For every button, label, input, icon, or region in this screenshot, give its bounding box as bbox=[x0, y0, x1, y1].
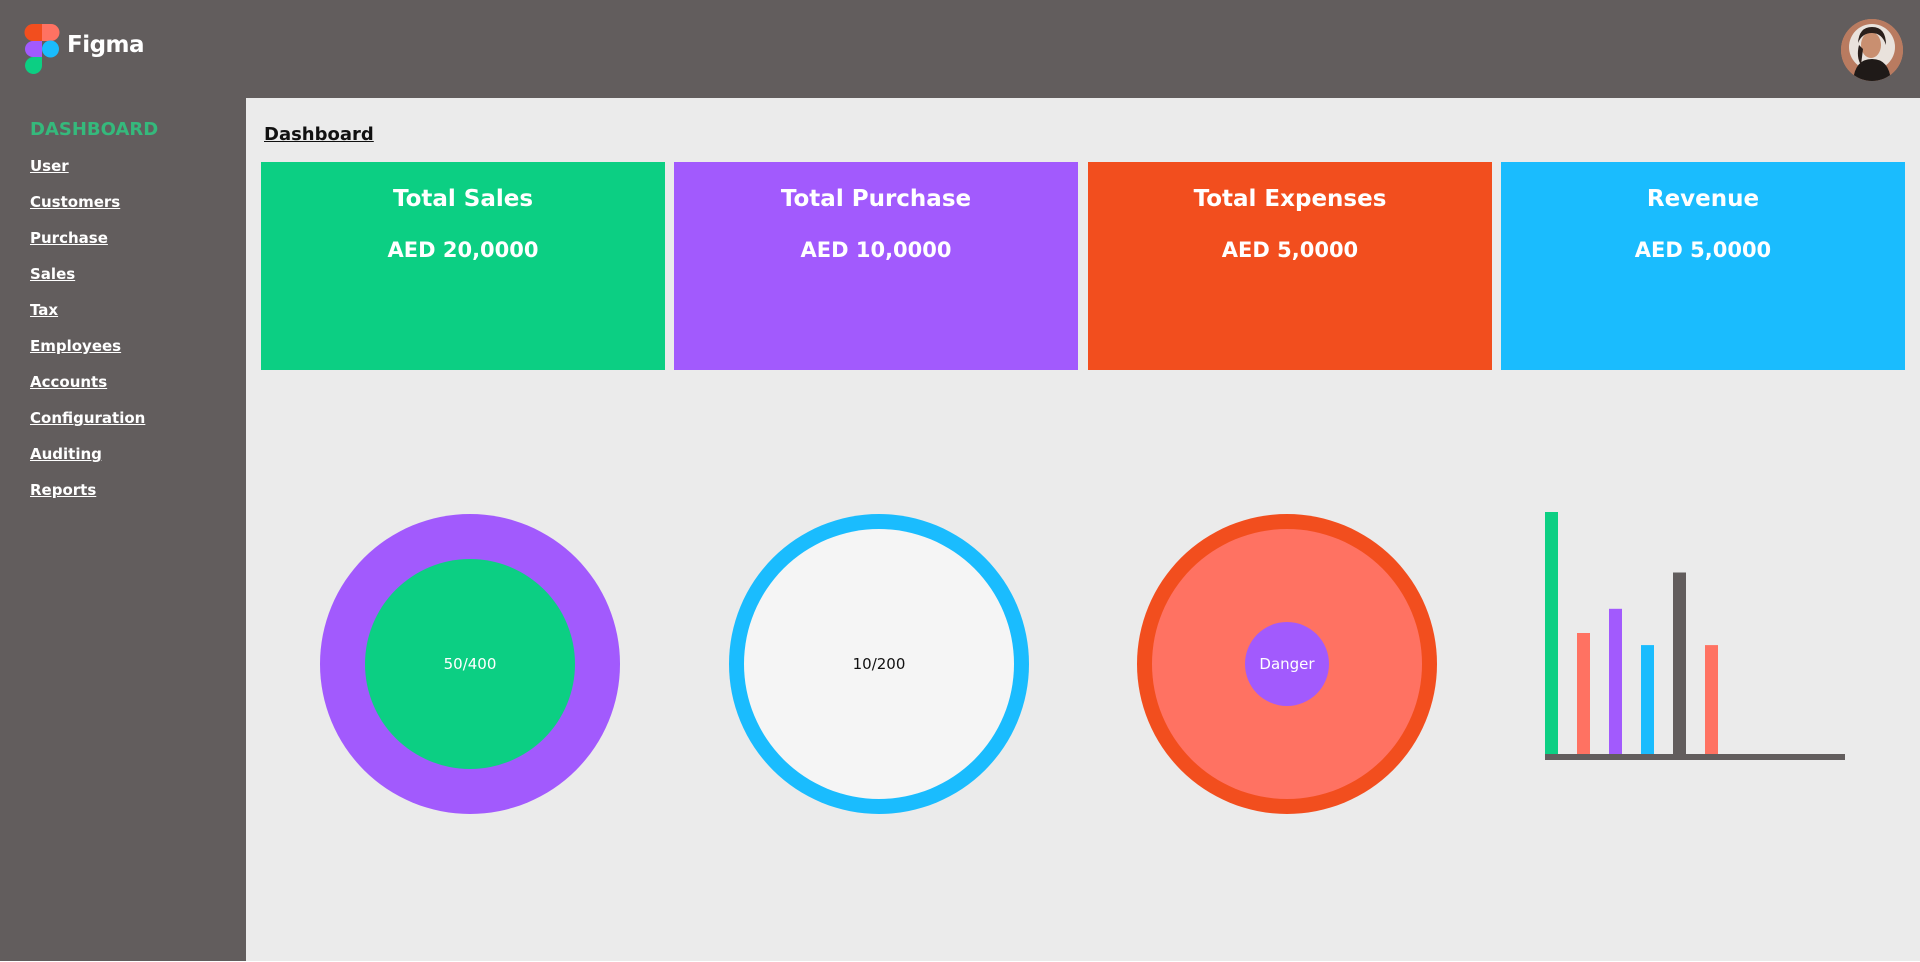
avatar-portrait-icon bbox=[1841, 19, 1903, 81]
figma-logo-icon bbox=[24, 24, 60, 74]
total-sales-card[interactable]: Total Sales AED 20,0000 bbox=[261, 162, 665, 370]
chart-x-axis bbox=[1545, 754, 1845, 764]
card-value: AED 5,0000 bbox=[1634, 238, 1772, 262]
sidebar-item-employees[interactable]: Employees bbox=[30, 338, 145, 374]
card-value: AED 10,0000 bbox=[800, 238, 952, 262]
gauge-inner: 50/400 bbox=[365, 559, 575, 769]
gauge-inner: Danger bbox=[1245, 622, 1329, 706]
total-expenses-card[interactable]: Total Expenses AED 5,0000 bbox=[1088, 162, 1492, 370]
chart-bar bbox=[1545, 512, 1558, 754]
sidebar-item-user[interactable]: User bbox=[30, 158, 145, 194]
page-title[interactable]: Dashboard bbox=[264, 124, 374, 145]
user-avatar[interactable] bbox=[1841, 19, 1903, 81]
chart-bar bbox=[1609, 608, 1622, 754]
sidebar-item-purchase[interactable]: Purchase bbox=[30, 230, 145, 266]
sales-progress-gauge: 50/400 bbox=[320, 514, 620, 814]
total-purchase-card[interactable]: Total Purchase AED 10,0000 bbox=[674, 162, 1078, 370]
card-title: Total Expenses bbox=[1193, 186, 1387, 212]
chart-bar bbox=[1641, 645, 1654, 754]
purchase-progress-gauge: 10/200 bbox=[729, 514, 1029, 814]
gauge-inner: 10/200 bbox=[744, 529, 1014, 799]
sidebar-nav: User Customers Purchase Sales Tax Employ… bbox=[30, 158, 145, 518]
sidebar: DASHBOARD User Customers Purchase Sales … bbox=[0, 98, 246, 961]
brand-name: Figma bbox=[67, 32, 145, 58]
card-value: AED 20,0000 bbox=[387, 238, 539, 262]
gauge-label: Danger bbox=[1259, 655, 1315, 673]
sidebar-heading[interactable]: DASHBOARD bbox=[30, 119, 158, 140]
bar-chart-svg bbox=[1545, 512, 1845, 764]
sidebar-item-configuration[interactable]: Configuration bbox=[30, 410, 145, 446]
gauge-label: 50/400 bbox=[443, 655, 497, 673]
sidebar-item-tax[interactable]: Tax bbox=[30, 302, 145, 338]
revenue-card[interactable]: Revenue AED 5,0000 bbox=[1501, 162, 1905, 370]
sidebar-item-accounts[interactable]: Accounts bbox=[30, 374, 145, 410]
card-value: AED 5,0000 bbox=[1221, 238, 1359, 262]
bar-chart bbox=[1544, 510, 1854, 764]
main-content: Dashboard Total Sales AED 20,0000 Total … bbox=[246, 98, 1920, 961]
sidebar-item-sales[interactable]: Sales bbox=[30, 266, 145, 302]
card-title: Total Sales bbox=[392, 186, 534, 212]
gauge-label: 10/200 bbox=[852, 655, 906, 673]
expense-status-gauge: Danger bbox=[1137, 514, 1437, 814]
chart-bar bbox=[1577, 633, 1590, 754]
sidebar-item-reports[interactable]: Reports bbox=[30, 482, 145, 518]
sidebar-item-auditing[interactable]: Auditing bbox=[30, 446, 145, 482]
gauge-middle: Danger bbox=[1152, 529, 1422, 799]
chart-bar bbox=[1705, 645, 1718, 754]
card-title: Total Purchase bbox=[780, 186, 972, 212]
chart-bar bbox=[1673, 572, 1686, 754]
card-title: Revenue bbox=[1646, 186, 1760, 212]
sidebar-item-customers[interactable]: Customers bbox=[30, 194, 145, 230]
top-bar: Figma bbox=[0, 0, 1920, 98]
